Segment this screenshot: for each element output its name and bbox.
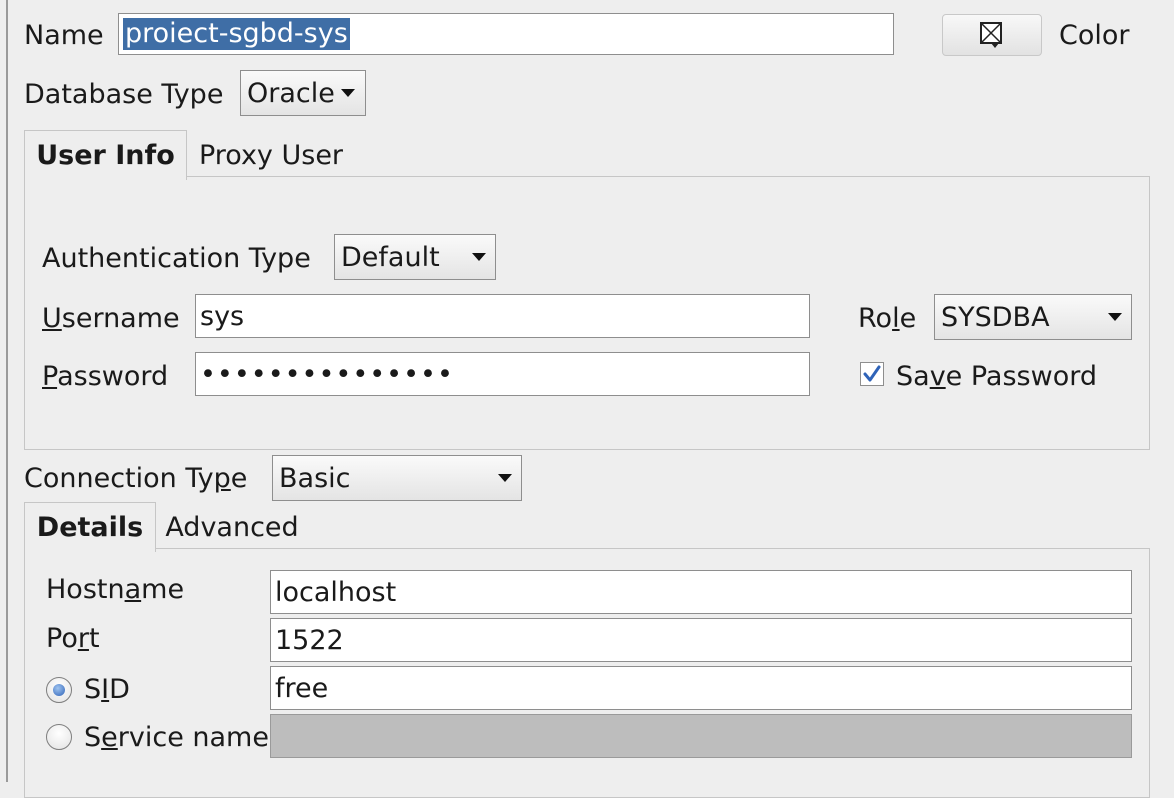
hostname-mnemonic: a [124,574,142,605]
name-label: Name [24,20,104,51]
username-label-text: sername [61,303,180,334]
password-value: ••••••••••••••• [200,358,454,390]
role-value: SYSDBA [941,301,1050,333]
authentication-type-value: Default [341,241,440,273]
service-name-pre: S [84,722,102,753]
service-name-radio[interactable] [46,724,72,750]
save-password-mnemonic: v [929,361,946,392]
tab-details[interactable]: Details [24,502,156,552]
sid-label: SID [84,676,130,703]
port-mnemonic: r [77,623,89,654]
sid-mnemonic: I [101,674,110,705]
authentication-type-label: Authentication Type [42,243,311,274]
database-type-label: Database Type [24,79,224,110]
password-mnemonic: P [42,361,58,392]
tab-advanced[interactable]: Advanced [158,502,306,552]
chevron-down-icon [341,89,355,97]
role-label-pre: Ro [858,303,893,334]
sid-pre: S [84,674,102,705]
port-post: t [88,623,100,654]
port-pre: Po [46,623,78,654]
hostname-label: Hostname [46,576,184,603]
username-input[interactable]: sys [195,294,810,338]
color-button[interactable] [942,14,1042,56]
service-name-input[interactable] [270,714,1132,758]
connection-type-mnemonic: p [213,463,231,494]
tab-user-info[interactable]: User Info [24,130,187,180]
tab-advanced-label: Advanced [165,511,299,543]
hostname-post: me [141,574,185,605]
connection-type-pre: Connection Ty [24,463,214,494]
sid-value: free [275,672,329,704]
password-input[interactable]: ••••••••••••••• [195,352,810,396]
database-type-value: Oracle [247,77,335,109]
service-name-mnemonic: e [101,722,118,753]
role-select[interactable]: SYSDBA [934,294,1132,340]
save-password-pre: Sa [896,361,930,392]
sid-post: D [109,674,130,705]
username-mnemonic: U [42,303,62,334]
window-left-border [6,0,8,782]
connection-type-label: Connection Type [24,465,247,492]
authentication-type-select[interactable]: Default [334,234,496,280]
radio-dot-icon [53,684,65,696]
username-value: sys [200,300,245,332]
port-value: 1522 [275,624,344,656]
tab-proxy-user-label: Proxy User [198,139,344,171]
color-swatch-icon [980,22,1002,48]
checkmark-icon [863,365,881,382]
port-input[interactable]: 1522 [270,618,1132,662]
service-name-post: rvice name [117,722,269,753]
connection-type-post: e [230,463,248,494]
chevron-down-icon [498,474,512,482]
hostname-input[interactable]: localhost [270,570,1132,614]
password-label-text: assword [57,361,169,392]
color-label: Color [1059,20,1130,51]
hostname-pre: Hostn [46,574,125,605]
save-password-post: e Password [945,361,1097,392]
name-input-selected-text: proiect-sgbd-sys [123,17,350,51]
username-label: Username [42,305,180,332]
tab-user-info-label: User Info [36,140,175,171]
connection-type-value: Basic [279,462,351,494]
tab-details-label: Details [36,512,144,543]
role-label: Role [858,305,916,332]
hostname-value: localhost [275,576,397,608]
chevron-down-icon [472,253,486,261]
port-label: Port [46,625,100,652]
password-label: Password [42,363,168,390]
sid-input[interactable]: free [270,666,1132,710]
tab-proxy-user[interactable]: Proxy User [190,130,352,180]
chevron-down-icon [1108,313,1122,321]
sid-radio[interactable] [46,677,72,703]
save-password-checkbox[interactable] [860,362,884,386]
role-mnemonic: l [892,303,900,334]
connection-type-select[interactable]: Basic [272,455,522,501]
role-label-post: e [899,303,917,334]
save-password-label: Save Password [896,363,1097,390]
service-name-label: Service name [84,724,269,751]
name-input[interactable]: proiect-sgbd-sys [118,13,894,55]
database-type-select[interactable]: Oracle [240,70,366,116]
